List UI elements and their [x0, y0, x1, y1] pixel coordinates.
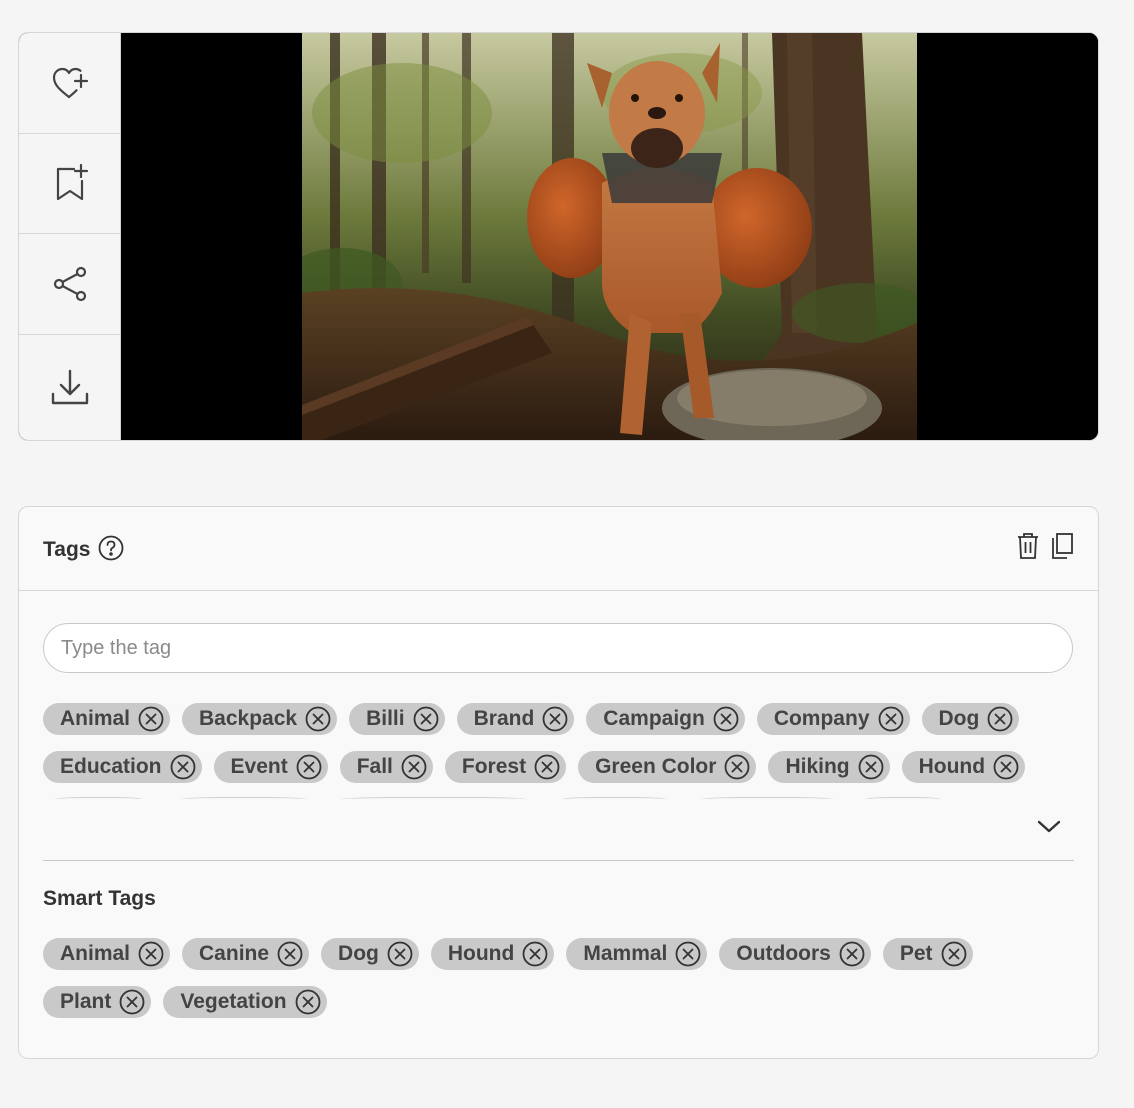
tag-chip[interactable]: Green Color — [578, 751, 757, 783]
tag-chip[interactable]: Company — [756, 703, 910, 735]
tag-chip[interactable]: Canine — [182, 938, 310, 970]
tag-chip-label: Animal — [60, 707, 131, 730]
smart-tag-row: Animal Canine Dog Hound Mammal Outdoors Pet — [43, 938, 1073, 970]
tag-chip-label: Event — [230, 755, 288, 778]
smart-tags-title: Smart Tags — [43, 887, 156, 910]
tag-chip[interactable]: Backpack — [182, 703, 338, 735]
tag-chip-label: Canine — [199, 942, 270, 965]
remove-tag-icon[interactable] — [119, 989, 145, 1015]
tag-chip[interactable]: Outdoors — [719, 938, 871, 970]
tag-chip[interactable]: Forest — [444, 751, 567, 783]
remove-tag-icon[interactable] — [296, 754, 322, 780]
chevron-down-icon[interactable] — [1035, 812, 1063, 840]
remove-tag-icon[interactable] — [305, 706, 331, 732]
tag-chip-label: Fall — [356, 755, 393, 778]
remove-tag-icon[interactable] — [295, 989, 321, 1015]
remove-tag-icon[interactable] — [277, 941, 303, 967]
tag-chip-label: Hound — [918, 755, 986, 778]
tag-chip[interactable]: Vegetation — [163, 986, 327, 1018]
heart-plus-icon — [52, 67, 88, 98]
help-icon[interactable] — [98, 535, 124, 561]
tag-chip[interactable]: Campaign — [586, 703, 745, 735]
remove-tag-icon[interactable] — [170, 754, 196, 780]
remove-tag-icon[interactable] — [878, 706, 904, 732]
tag-chip-label: Mammal — [583, 942, 668, 965]
tag-chip[interactable]: Dog — [321, 938, 419, 970]
tag-row: Animal Backpack Billi Brand Campaign Company D… — [43, 703, 1073, 735]
tag-chip-label: Outdoors — [736, 942, 831, 965]
remove-tag-icon[interactable] — [839, 941, 865, 967]
remove-tag-icon[interactable] — [993, 754, 1019, 780]
tag-chip[interactable]: Education — [43, 751, 202, 783]
tag-chip[interactable]: Event — [213, 751, 328, 783]
tag-chip-label: Green Color — [595, 755, 717, 778]
tag-chip[interactable]: Animal — [43, 703, 171, 735]
remove-tag-icon[interactable] — [713, 706, 739, 732]
tag-chip[interactable]: Hound — [430, 938, 555, 970]
trash-icon[interactable] — [1016, 532, 1040, 560]
tags-header: Tags — [19, 507, 1098, 591]
tag-chip-label: Backpack — [199, 707, 298, 730]
section-divider — [43, 860, 1074, 861]
tag-chip-label: Hiking — [785, 755, 850, 778]
tag-chip[interactable]: Mammal — [566, 938, 708, 970]
tag-input[interactable] — [43, 623, 1073, 673]
tag-chip-label: Dog — [938, 707, 980, 730]
tag-chip-label: Plant — [60, 990, 112, 1013]
tag-chip-label: Brand — [473, 707, 535, 730]
remove-tag-icon[interactable] — [387, 941, 413, 967]
remove-tag-icon[interactable] — [413, 706, 439, 732]
tags-panel: Tags Animal Backpack Billi Brand Campaign Com… — [18, 506, 1099, 1059]
tag-chip-label: Pet — [899, 942, 933, 965]
favorite-button[interactable] — [19, 33, 120, 134]
tag-chip[interactable]: Billi — [349, 703, 445, 735]
tag-chip[interactable]: Plant — [43, 986, 152, 1018]
tag-chip-label: Hound — [447, 942, 515, 965]
tag-chip[interactable]: Brand — [456, 703, 575, 735]
tag-list-overflow — [43, 797, 1073, 801]
copy-icon[interactable] — [1050, 532, 1074, 560]
remove-tag-icon[interactable] — [675, 941, 701, 967]
remove-tag-icon[interactable] — [401, 754, 427, 780]
tag-chip[interactable]: Fall — [339, 751, 433, 783]
tag-chip[interactable]: Animal — [43, 938, 171, 970]
remove-tag-icon[interactable] — [542, 706, 568, 732]
tag-chip-label: Campaign — [603, 707, 705, 730]
tag-chip-label: Dog — [338, 942, 379, 965]
tag-chip-label: Forest — [461, 755, 527, 778]
remove-tag-icon[interactable] — [858, 754, 884, 780]
remove-tag-icon[interactable] — [138, 941, 164, 967]
remove-tag-icon[interactable] — [941, 941, 967, 967]
remove-tag-icon[interactable] — [522, 941, 548, 967]
tag-chip-label: Education — [60, 755, 162, 778]
tags-title: Tags — [43, 538, 91, 561]
remove-tag-icon[interactable] — [987, 706, 1013, 732]
bookmark-plus-icon — [56, 164, 88, 201]
dog-photo-image — [302, 33, 917, 440]
remove-tag-icon[interactable] — [724, 754, 750, 780]
tag-chip[interactable]: Hiking — [768, 751, 890, 783]
tag-row: Education Event Fall Forest Green Color Hikin… — [43, 751, 1073, 783]
tag-list: Animal Backpack Billi Brand Campaign Company D… — [43, 703, 1073, 797]
asset-preview-card — [18, 32, 1099, 441]
tag-chip[interactable]: Hound — [901, 751, 1026, 783]
remove-tag-icon[interactable] — [138, 706, 164, 732]
tag-chip[interactable]: Pet — [882, 938, 973, 970]
tag-chip-label: Billi — [366, 707, 405, 730]
add-to-collection-button[interactable] — [19, 134, 120, 234]
tag-chip[interactable]: Dog — [921, 703, 1020, 735]
share-icon — [53, 266, 86, 301]
tag-chip-label: Company — [773, 707, 870, 730]
action-rail — [19, 33, 121, 440]
image-viewer[interactable] — [121, 33, 1098, 440]
tag-chip-label: Animal — [60, 942, 131, 965]
smart-tag-list: Animal Canine Dog Hound Mammal Outdoors Pet Pla… — [43, 938, 1073, 1034]
tag-chip-label: Vegetation — [180, 990, 287, 1013]
smart-tag-row: Plant Vegetation — [43, 986, 1073, 1018]
remove-tag-icon[interactable] — [534, 754, 560, 780]
download-icon — [51, 370, 88, 405]
download-button[interactable] — [19, 335, 120, 440]
share-button[interactable] — [19, 234, 120, 335]
